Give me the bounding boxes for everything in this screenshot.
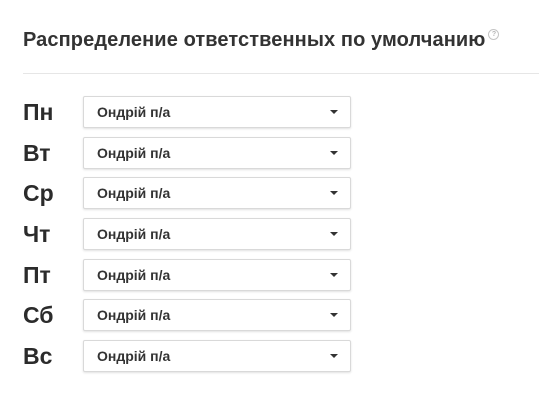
assignee-select-tue[interactable]: Ондрій п/а	[83, 136, 351, 169]
day-label: Ср	[23, 180, 54, 207]
select-value: Ондрій п/а	[97, 266, 171, 283]
divider	[23, 73, 539, 74]
select-value: Ондрій п/а	[97, 307, 171, 324]
select-value: Ондрій п/а	[97, 185, 171, 202]
caret-down-icon	[330, 353, 338, 358]
schedule-row-tue: Вт Ондрій п/а	[23, 136, 351, 170]
title-row: Распределение ответственных по умолчанию…	[23, 28, 500, 52]
assignee-select-wed[interactable]: Ондрій п/а	[83, 177, 351, 210]
day-label: Пт	[23, 261, 51, 288]
assignee-select-mon[interactable]: Ондрій п/а	[83, 96, 351, 128]
schedule-row-fri: Пт Ондрій п/а	[23, 258, 351, 292]
caret-down-icon	[330, 272, 338, 277]
select-value: Ондрій п/а	[97, 225, 171, 242]
caret-down-icon	[330, 191, 338, 196]
assignee-select-thu[interactable]: Ондрій п/а	[83, 217, 351, 250]
caret-down-icon	[330, 150, 338, 155]
day-label: Вт	[23, 139, 51, 166]
day-label: Пн	[23, 99, 54, 125]
schedule-row-sat: Сб Ондрій п/а	[23, 298, 351, 332]
assignee-select-sat[interactable]: Ондрій п/а	[83, 299, 351, 332]
default-assignment-panel: Распределение ответственных по умолчанию…	[0, 0, 539, 404]
caret-down-icon	[330, 231, 338, 236]
schedule-row-thu: Чт Ондрій п/а	[23, 217, 351, 251]
select-value: Ондрій п/а	[97, 144, 171, 161]
assignee-select-sun[interactable]: Ондрій п/а	[83, 339, 351, 372]
day-label: Сб	[23, 302, 54, 329]
caret-down-icon	[330, 313, 338, 318]
schedule-row-sun: Вс Ондрій п/а	[23, 339, 351, 373]
schedule-row-mon: Пн Ондрій п/а	[23, 95, 351, 129]
schedule-list: Пн Ондрій п/а Вт Ондрій п/а Ср Ондрій п/…	[23, 95, 351, 380]
select-value: Ондрій п/а	[97, 104, 171, 120]
schedule-row-wed: Ср Ондрій п/а	[23, 176, 351, 210]
select-value: Ондрій п/а	[97, 347, 171, 364]
assignee-select-fri[interactable]: Ондрій п/а	[83, 258, 351, 291]
day-label: Вс	[23, 342, 53, 369]
caret-down-icon	[330, 110, 338, 114]
help-icon[interactable]: ?	[488, 29, 500, 40]
day-label: Чт	[23, 220, 51, 247]
page-title: Распределение ответственных по умолчанию	[23, 29, 486, 51]
